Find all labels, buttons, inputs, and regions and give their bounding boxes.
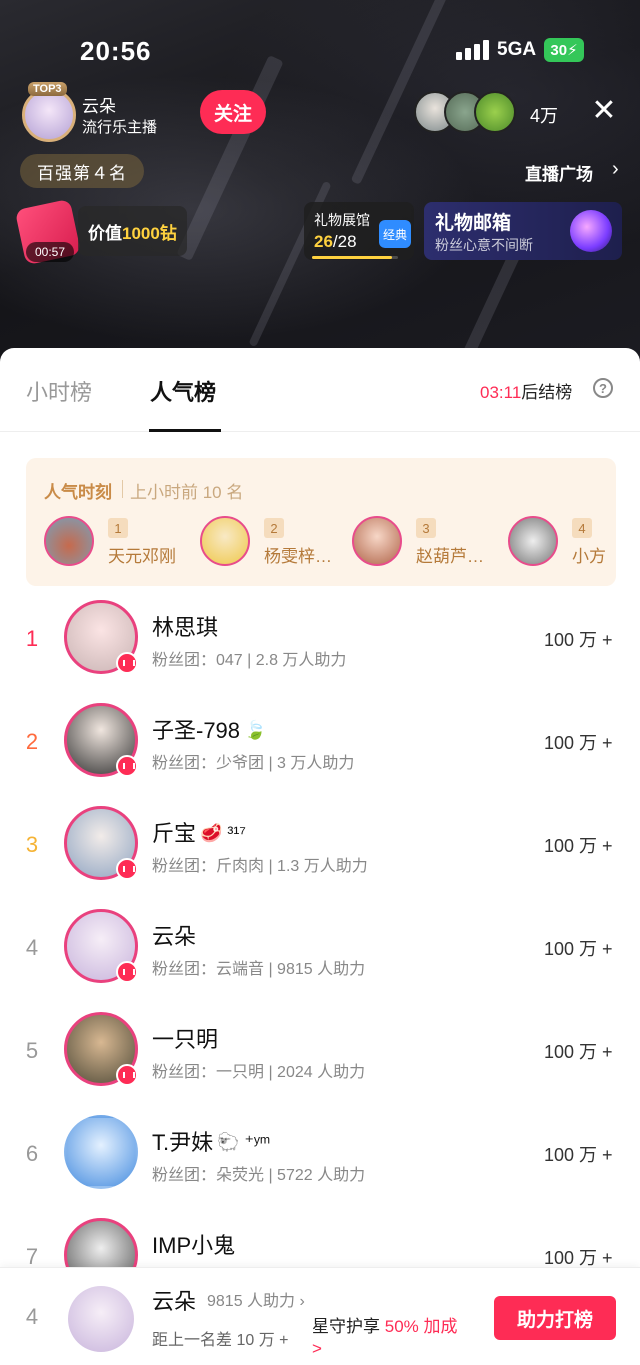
host-category: 流行乐主播 [82,119,158,136]
score: 100 万 + [544,630,613,650]
top3-badge: TOP3 [28,82,67,96]
hundred-rank-pill[interactable]: 百强第４名 [20,154,144,188]
streamer-name: T.尹妹 🐑 ⁺ʸᵐ [152,1130,271,1155]
avatar[interactable] [68,1286,134,1352]
rank-number: 2 [25,729,39,754]
score: 100 万 + [544,1042,613,1062]
avatar[interactable] [64,1115,138,1189]
guard-bonus-link[interactable]: 星守护享 50% 加成 > [312,1316,457,1360]
network-type: 5GA [497,39,537,60]
fan-club-info: 粉丝团：少爷团 | 3 万人助力 [152,755,355,772]
streamer-name: 斤宝 🥩 ³¹⁷ [152,821,246,846]
tab-popular[interactable]: 人气榜 [150,375,216,407]
host-avatar[interactable] [22,88,76,142]
help-icon[interactable]: ? [593,378,613,398]
close-icon[interactable]: ✕ [590,96,618,126]
ranking-row[interactable]: 6 T.尹妹 🐑 ⁺ʸᵐ 粉丝团：朵荧光 | 5722 人助力 100 万 + [0,1115,640,1218]
ranking-row[interactable]: 1 林思琪 粉丝团：047 | 2.8 万人助力 100 万 + [0,600,640,703]
live-indicator-icon [116,961,138,983]
rank-number: 3 [25,832,39,857]
battery-icon: 30 ⚡ [544,38,584,62]
avatar [200,516,250,566]
sheep-badge-icon: 🐑 ⁺ʸᵐ [217,1132,271,1152]
ranking-row[interactable]: 4 云朵 粉丝团：云端音 | 9815 人助力 100 万 + [0,909,640,1012]
rank-number: 4 [25,935,39,960]
score: 100 万 + [544,939,613,959]
viewer-count[interactable]: 4万 [530,102,558,128]
my-help-count[interactable]: 9815 人助力 › [207,1287,305,1311]
gift-countdown[interactable]: 00:57 [14,198,82,266]
streamer-name: 一只明 [152,1027,219,1052]
avatar [44,516,94,566]
boost-rank-button[interactable]: 助力打榜 [494,1296,616,1340]
streamer-name: 子圣-798 🍃 [152,718,267,743]
gift-gallery[interactable]: 礼物展馆 26/28 经典 [304,202,414,260]
score: 100 万 + [544,1145,613,1165]
live-indicator-icon [116,1064,138,1086]
viewer-avatar[interactable] [474,91,516,133]
my-rank-number: 4 [25,1304,39,1329]
fan-club-info: 粉丝团：斤肉肉 | 1.3 万人助力 [152,858,368,875]
countdown: 03:11后结榜 [480,383,573,402]
fan-club-info: 粉丝团：朵荧光 | 5722 人助力 [152,1167,366,1184]
score: 100 万 + [544,836,613,856]
streamer-name: 云朵 [152,924,197,949]
my-name: 云朵 [152,1289,197,1314]
cellular-signal-icon [456,40,490,60]
leaf-badge-icon: 🍃 [244,720,267,740]
my-rank-bar: 4 云朵 9815 人助力 › 距上一名差 10 万 + 星守护享 50% 加成… [0,1267,640,1365]
chevron-right-icon[interactable]: › [612,158,619,181]
score: 100 万 + [544,733,613,753]
fan-club-info: 粉丝团：一只明 | 2024 人助力 [152,1064,366,1081]
live-indicator-icon [116,755,138,777]
live-indicator-icon [116,858,138,880]
avatar [352,516,402,566]
gift-timer: 00:57 [26,242,74,262]
fan-club-info: 粉丝团：047 | 2.8 万人助力 [152,652,347,669]
avatar [508,516,558,566]
mailbox-orb-icon [570,210,612,252]
tab-underline [149,429,221,432]
ranking-row[interactable]: 5 一只明 粉丝团：一只明 | 2024 人助力 100 万 + [0,1012,640,1115]
ranking-tabs: 小时榜 人气榜 03:11后结榜 ? [0,348,640,432]
gift-mailbox[interactable]: 礼物邮箱 粉丝心意不间断 [424,202,622,260]
gap-to-previous: 距上一名差 10 万 + [152,1332,289,1349]
classic-badge: 经典 [379,220,411,248]
follow-button[interactable]: 关注 [200,90,266,134]
ranking-sheet: 小时榜 人气榜 03:11后结榜 ? 人气时刻 上小时前 10 名 1 天元邓刚… [0,348,640,1365]
fan-club-info: 粉丝团：云端音 | 9815 人助力 [152,961,366,978]
popular-moment-card[interactable]: 人气时刻 上小时前 10 名 1 天元邓刚 2 杨雯梓… 3 赵葫芦… 4 小方 [26,458,616,586]
rank-number: 1 [25,626,39,651]
gift-value[interactable]: 价值 1000钻 [78,206,187,256]
ranking-row[interactable]: 3 斤宝 🥩 ³¹⁷ 粉丝团：斤肉肉 | 1.3 万人助力 100 万 + [0,806,640,909]
live-indicator-icon [116,652,138,674]
clock: 20:56 [80,36,152,66]
gallery-progress-bar [312,256,398,259]
ranking-row[interactable]: 2 子圣-798 🍃 粉丝团：少爷团 | 3 万人助力 100 万 + [0,703,640,806]
host-name[interactable]: 云朵 [82,92,116,117]
tab-hourly[interactable]: 小时榜 [26,375,92,407]
rank-number: 6 [25,1141,39,1166]
meat-badge-icon: 🥩 ³¹⁷ [200,823,246,843]
live-plaza-link[interactable]: 直播广场 [525,160,593,185]
rank-number: 5 [25,1038,39,1063]
streamer-name: IMP小鬼 [152,1233,236,1258]
status-bar: 20:56 5GA 30 ⚡ [0,30,640,74]
streamer-name: 林思琪 [152,615,219,640]
